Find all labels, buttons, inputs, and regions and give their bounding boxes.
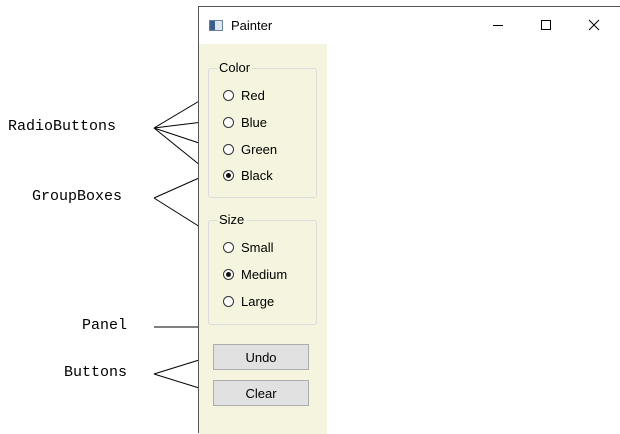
radio-label: Small: [241, 239, 274, 255]
controls-panel: Color Red Blue Green Black Size Small Me…: [199, 44, 327, 434]
radio-label: Green: [241, 141, 278, 157]
close-icon: [588, 19, 600, 31]
painter-window: Painter Color Red Blue Green Black Size …: [198, 6, 620, 434]
callout-radiobuttons: RadioButtons: [8, 118, 117, 135]
undo-button[interactable]: Undo: [213, 344, 309, 370]
client-area: Color Red Blue Green Black Size Small Me…: [199, 44, 620, 434]
minimize-icon: [493, 25, 503, 26]
radio-indicator: [223, 169, 234, 181]
maximize-icon: [541, 20, 551, 30]
radio-indicator: [223, 295, 234, 307]
window-title: Painter: [231, 18, 273, 33]
size-groupbox: Size Small Medium Large: [208, 212, 317, 325]
radio-red[interactable]: Red: [223, 85, 265, 105]
radio-label: Red: [241, 87, 265, 103]
radio-green[interactable]: Green: [223, 139, 277, 159]
app-icon: [209, 20, 223, 31]
radio-indicator: [223, 241, 234, 253]
callout-groupboxes: GroupBoxes: [32, 188, 123, 205]
radio-medium[interactable]: Medium: [223, 264, 287, 284]
color-groupbox: Color Red Blue Green Black: [208, 60, 317, 198]
radio-label: Black: [241, 167, 273, 183]
radio-label: Blue: [241, 114, 268, 130]
radio-label: Medium: [241, 266, 288, 282]
radio-small[interactable]: Small: [223, 237, 274, 257]
radio-indicator: [223, 143, 234, 155]
radio-label: Large: [241, 293, 275, 309]
callout-buttons: Buttons: [64, 364, 128, 381]
close-button[interactable]: [571, 7, 617, 43]
radio-indicator: [223, 116, 234, 128]
radio-black[interactable]: Black: [223, 165, 273, 185]
callout-panel: Panel: [82, 317, 128, 334]
radio-blue[interactable]: Blue: [223, 112, 267, 132]
title-bar[interactable]: Painter: [199, 7, 620, 43]
radio-large[interactable]: Large: [223, 291, 274, 311]
minimize-button[interactable]: [475, 7, 521, 43]
size-group-title: Size: [217, 212, 247, 227]
radio-indicator: [223, 89, 234, 101]
clear-button[interactable]: Clear: [213, 380, 309, 406]
radio-indicator: [223, 268, 234, 280]
maximize-button[interactable]: [523, 7, 569, 43]
color-group-title: Color: [217, 60, 253, 75]
